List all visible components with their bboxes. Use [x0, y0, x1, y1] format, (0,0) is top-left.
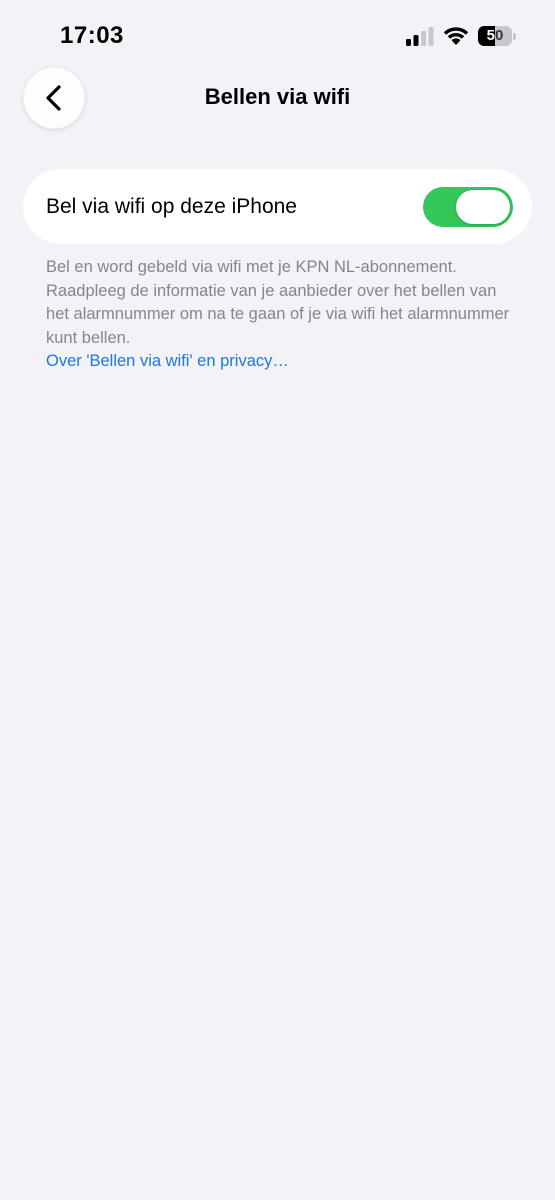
- wifi-icon: [443, 27, 469, 45]
- wifi-calling-label: Bel via wifi op deze iPhone: [46, 195, 297, 218]
- status-bar: 17:03 50: [0, 0, 555, 70]
- battery-icon: 50: [478, 26, 518, 46]
- footer-description-block: Bel en word gebeld via wifi met je KPN N…: [46, 256, 516, 374]
- settings-group: Bel via wifi op deze iPhone: [23, 169, 532, 244]
- battery-label: 50: [486, 27, 504, 44]
- privacy-link[interactable]: Over 'Bellen via wifi' en privacy…: [46, 350, 516, 374]
- footer-description: Bel en word gebeld via wifi met je KPN N…: [46, 258, 510, 347]
- toggle-knob: [456, 190, 510, 224]
- status-time: 17:03: [60, 22, 124, 49]
- battery-cap: [513, 33, 516, 40]
- page-title: Bellen via wifi: [204, 84, 351, 109]
- cellular-signal-icon: [406, 27, 434, 46]
- wifi-calling-toggle[interactable]: [423, 187, 513, 227]
- battery-body: 50: [478, 26, 512, 46]
